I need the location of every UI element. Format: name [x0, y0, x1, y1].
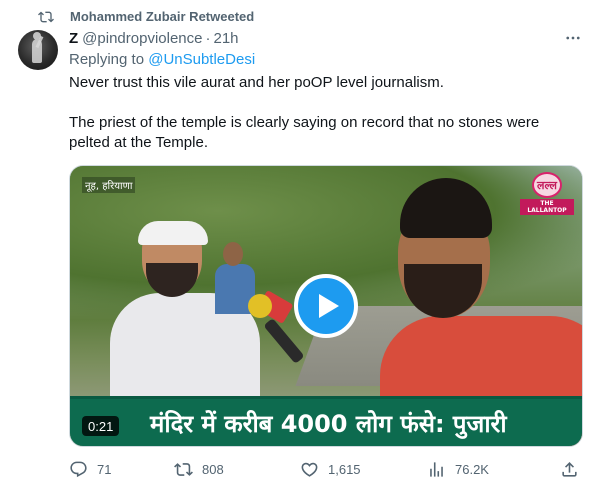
tweet-timestamp[interactable]: 21h	[213, 30, 238, 47]
view-count: 76.2K	[455, 461, 489, 477]
play-button[interactable]	[294, 274, 358, 338]
brand-logo: लल्ल THE LALLANTOP	[520, 172, 574, 215]
replying-to: Replying to @UnSubtleDesi	[69, 51, 255, 68]
reply-mention-link[interactable]: @UnSubtleDesi	[148, 51, 255, 68]
video-player[interactable]: नूह, हरियाणा लल्ल THE LALLANTOP मंदिर मे…	[69, 165, 583, 447]
tweet-header: Z @pindropviolence · 21h	[69, 28, 239, 48]
views-button[interactable]: 76.2K	[427, 458, 489, 480]
reply-icon	[70, 461, 87, 477]
reply-count: 71	[97, 461, 112, 477]
more-icon	[566, 36, 580, 40]
brand-name: THE LALLANTOP	[520, 199, 574, 215]
reply-prefix: Replying to	[69, 51, 145, 68]
retweet-icon	[174, 462, 193, 476]
like-count: 1,615	[328, 461, 361, 477]
retweet-icon	[38, 11, 54, 23]
heart-icon	[301, 462, 318, 477]
brand-logo-text: लल्ल	[537, 178, 557, 192]
video-duration: 0:21	[82, 416, 120, 436]
retweet-count: 808	[202, 461, 224, 477]
more-options-button[interactable]	[562, 28, 584, 48]
video-caption-bar: मंदिर में करीब 4000 लोग फंसे: पुजारी	[70, 396, 582, 446]
like-button[interactable]: 1,615	[300, 458, 361, 480]
user-handle[interactable]: @pindropviolence	[82, 30, 202, 47]
share-icon	[562, 461, 577, 477]
avatar[interactable]	[18, 30, 58, 70]
location-tag: नूह, हरियाणा	[82, 177, 136, 193]
tweet-text-line2: The priest of the temple is clearly sayi…	[69, 114, 540, 151]
tweet-text: Never trust this vile aurat and her poOP…	[69, 73, 569, 153]
display-name[interactable]: Z	[69, 30, 78, 47]
separator: ·	[205, 29, 211, 47]
retweet-button[interactable]: 808	[174, 458, 224, 480]
analytics-icon	[430, 461, 443, 477]
tweet-actions: 71 808 1,615 76.2K	[69, 458, 583, 480]
play-icon	[318, 294, 339, 318]
video-caption: मंदिर में करीब 4000 लोग फंसे: पुजारी	[150, 410, 507, 438]
reply-button[interactable]: 71	[69, 458, 111, 480]
retweet-label: Mohammed Zubair Retweeted	[70, 9, 255, 24]
share-button[interactable]	[560, 458, 579, 480]
tweet-text-line1: Never trust this vile aurat and her poOP…	[69, 74, 444, 91]
